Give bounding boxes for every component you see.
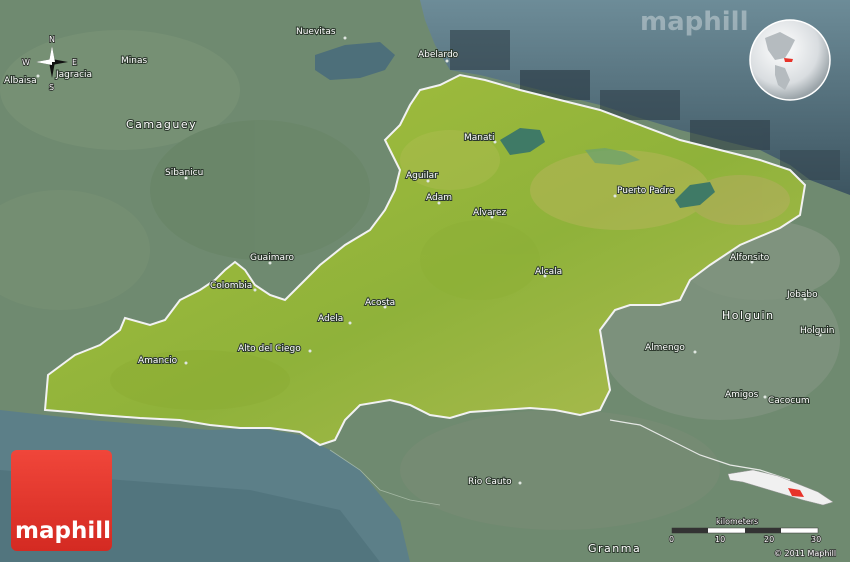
place-cacocum: Cacocum — [768, 396, 810, 406]
place-alto-del-ciego: Alto del Ciego — [238, 344, 301, 354]
place-holguin-city: Holguin — [800, 326, 834, 336]
compass-n: N — [49, 35, 55, 44]
place-minas: Minas — [121, 56, 147, 66]
place-adela: Adela — [318, 314, 343, 324]
place-manati: Manati — [464, 133, 495, 143]
globe-icon — [749, 19, 831, 101]
place-jagracia: Jagracia — [55, 70, 92, 80]
place-sibanicu: Sibanicu — [165, 168, 203, 178]
place-acosta: Acosta — [365, 298, 395, 308]
place-alvarez: Alvarez — [473, 208, 507, 218]
scale-tick-20: 20 — [764, 535, 774, 544]
place-aguilar: Aguilar — [406, 171, 438, 181]
place-colombia: Colombia — [210, 281, 252, 291]
place-albaisa: Albaisa — [4, 76, 37, 86]
scale-title: kilometers — [716, 517, 758, 526]
watermark: maphill — [640, 7, 749, 37]
copyright: © 2011 Maphill — [774, 549, 836, 558]
scale-tick-30: 30 — [811, 535, 821, 544]
satellite-map[interactable]: maphill N S E W Camaguey Holguin Granma — [0, 0, 850, 562]
place-puerto-padre: Puerto Padre — [617, 186, 675, 196]
place-amancio: Amancio — [138, 356, 178, 366]
place-abelardo: Abelardo — [418, 50, 459, 60]
place-jobabo: Jobabo — [786, 290, 818, 300]
maphill-logo[interactable]: maphill — [11, 450, 112, 551]
region-label-holguin: Holguin — [722, 309, 775, 322]
scale-tick-10: 10 — [715, 535, 725, 544]
logo-text: maphill — [15, 518, 111, 544]
compass-s: S — [49, 83, 54, 92]
region-label-camaguey: Camaguey — [126, 118, 197, 131]
place-guaimaro: Guaimaro — [250, 253, 294, 263]
place-nuevitas: Nuevitas — [296, 27, 336, 37]
place-rio-cauto: Rio Cauto — [468, 477, 512, 487]
region-label-granma: Granma — [588, 542, 641, 555]
scale-tick-0: 0 — [669, 535, 674, 544]
place-alfonsito: Alfonsito — [730, 253, 770, 263]
place-adam: Adam — [426, 193, 452, 203]
place-amigos: Amigos — [725, 390, 759, 400]
compass-e: E — [72, 58, 77, 67]
place-alcala: Alcala — [535, 267, 562, 277]
place-almengo: Almengo — [645, 343, 685, 353]
compass-w: W — [22, 58, 30, 67]
